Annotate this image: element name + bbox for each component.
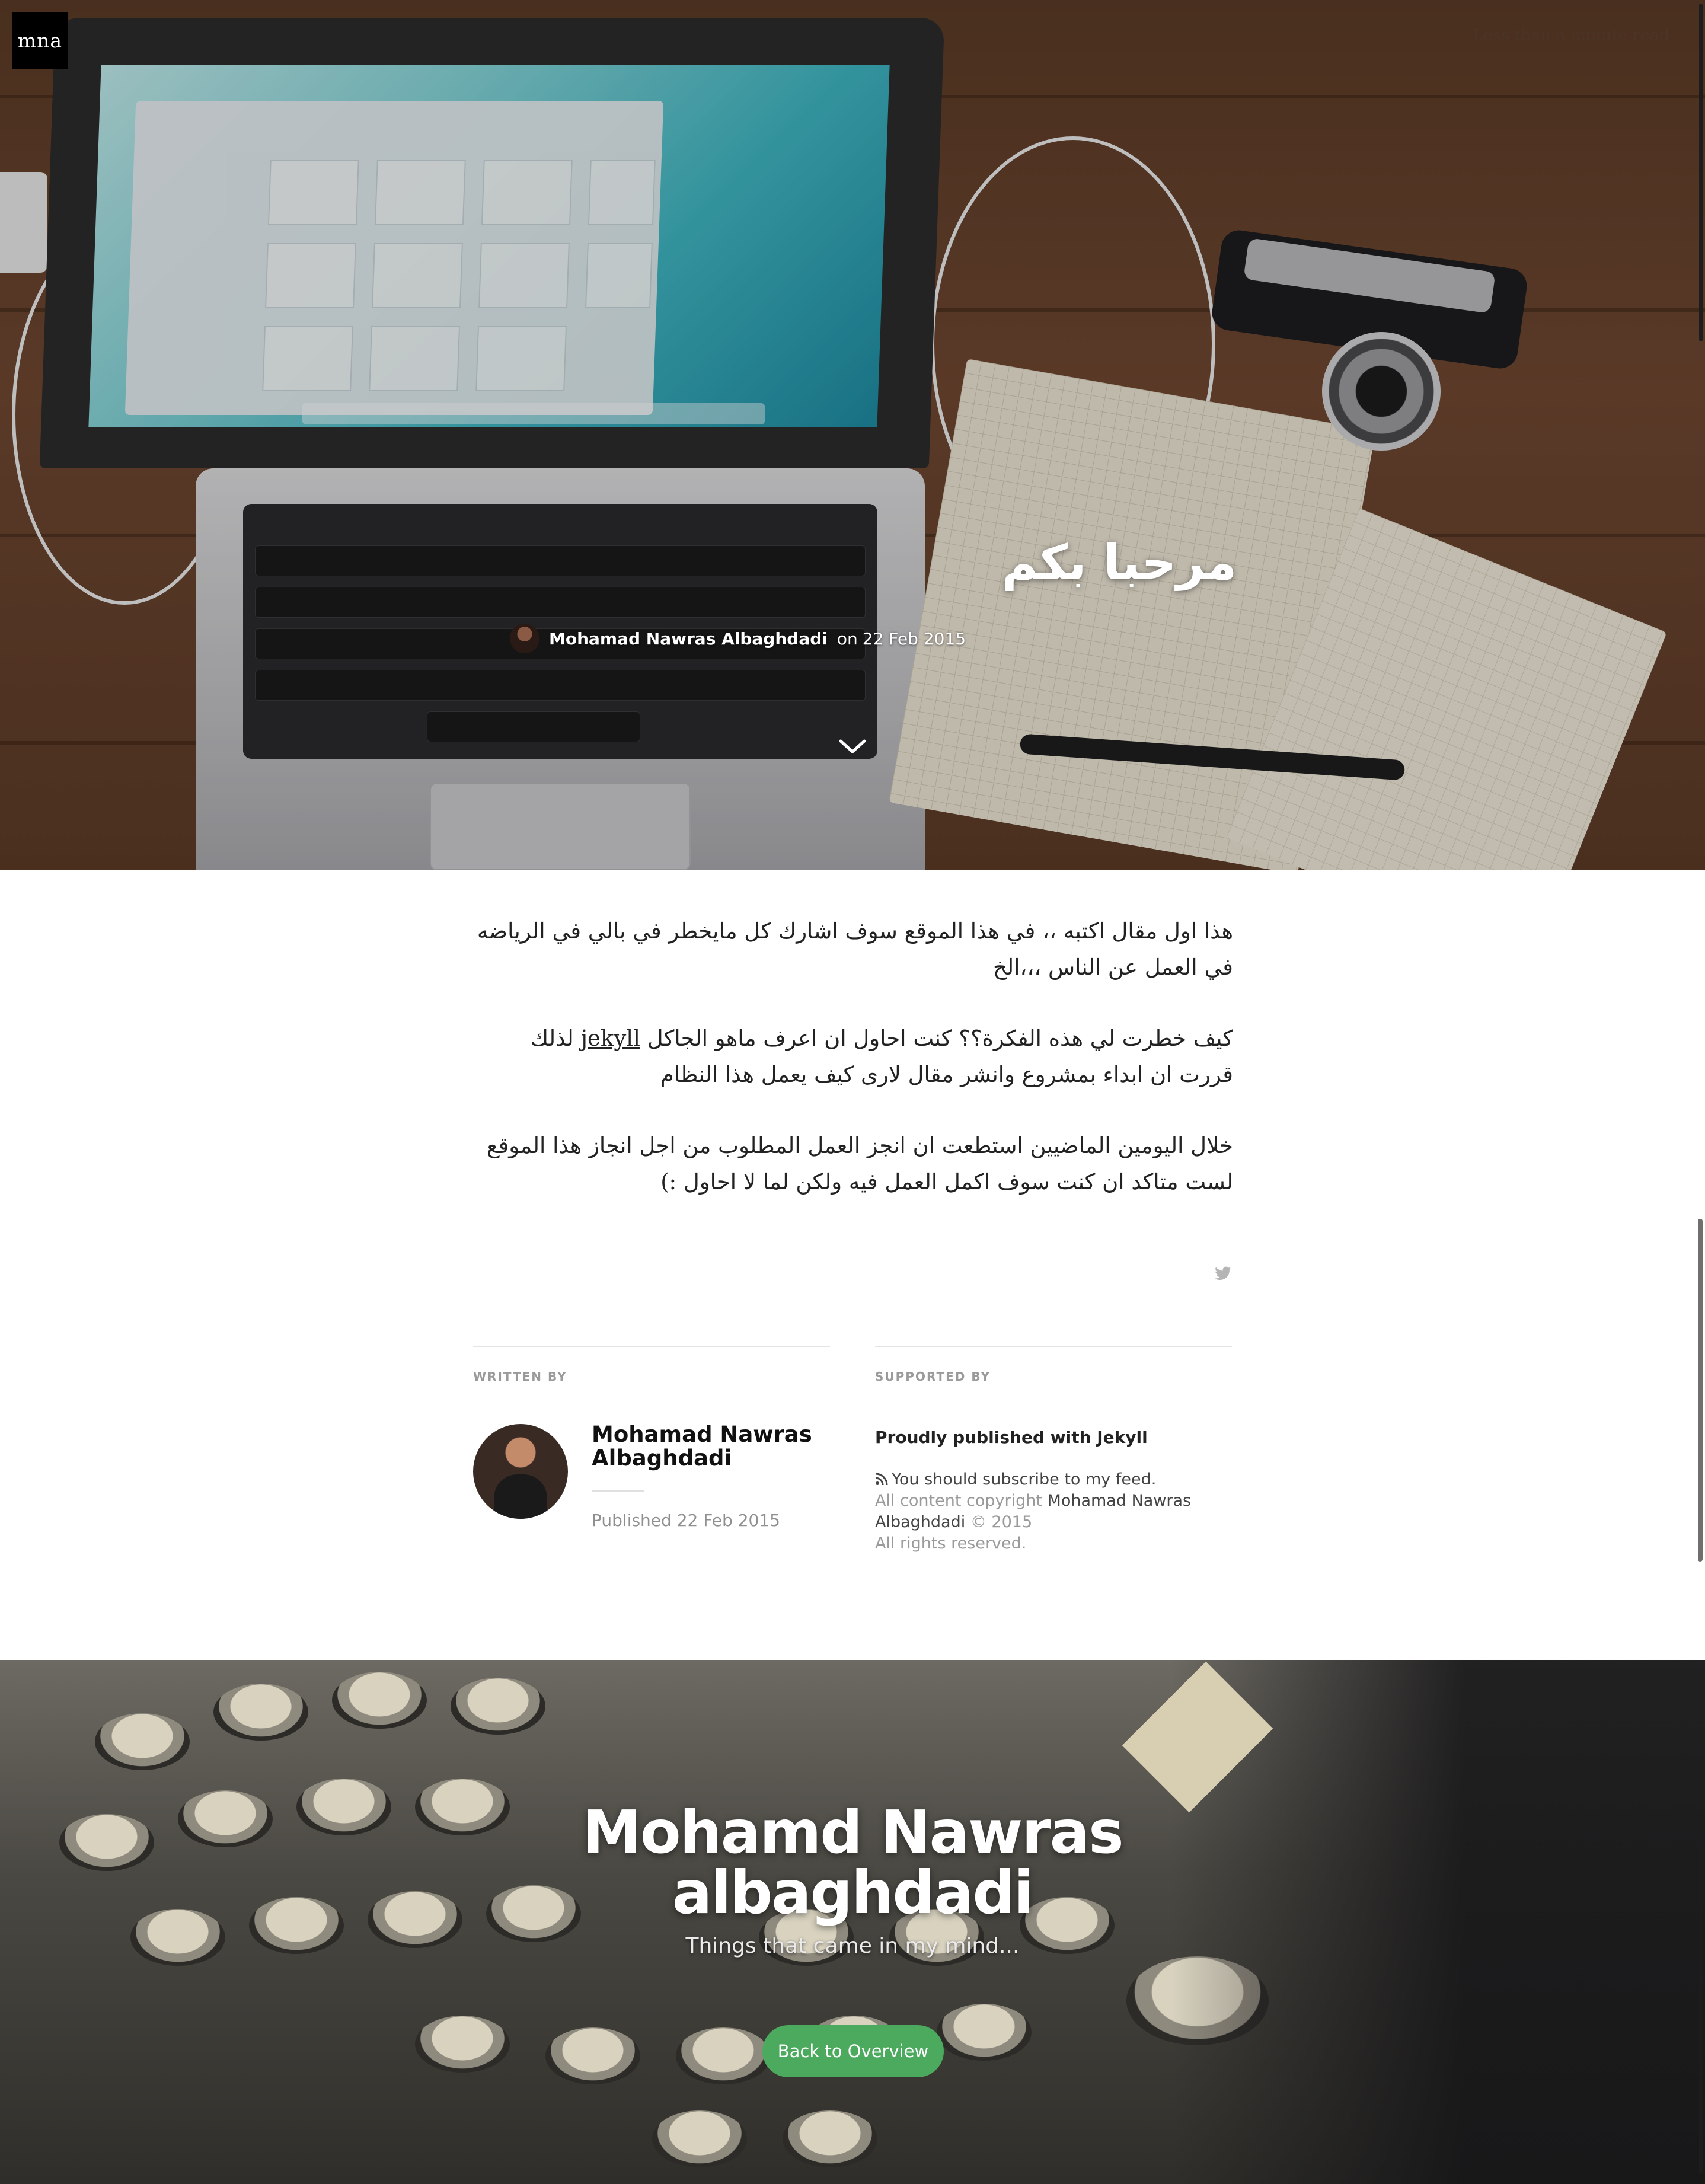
site-logo[interactable]: mna (12, 12, 68, 69)
supported-by-section: SUPPORTED BY Proudly published with Jeky… (875, 1346, 1232, 1553)
blog-title: Mohamd Nawras albaghdadi (582, 1797, 1123, 1927)
author-avatar (473, 1424, 568, 1519)
post-content: هذا اول مقال اكتبه ،، في هذا الموقع سوف … (473, 913, 1233, 1235)
supported-by-heading: SUPPORTED BY (875, 1369, 991, 1384)
copyright-line: All content copyright Mohamad Nawras Alb… (875, 1490, 1207, 1533)
chevron-down-icon[interactable] (838, 737, 867, 755)
post-date-prefix: on (836, 628, 858, 649)
avatar-body-shape (494, 1474, 547, 1519)
author-divider (592, 1490, 644, 1492)
scrollbar-segment (1699, 4, 1703, 341)
blog-subtitle: Things that came in my mind... (685, 1934, 1020, 1958)
typewriter-key (296, 1779, 391, 1835)
rights-line: All rights reserved. (875, 1534, 1027, 1553)
typewriter-key (415, 2016, 510, 2073)
read-time-label: Less than a minute read (1473, 26, 1669, 44)
copyright-prefix: All content copyright (875, 1492, 1042, 1510)
rss-icon (875, 1473, 888, 1486)
twitter-icon[interactable] (1214, 1266, 1232, 1282)
subscribe-line[interactable]: You should subscribe to my feed. (875, 1469, 1207, 1490)
post-paragraph: هذا اول مقال اكتبه ،، في هذا الموقع سوف … (477, 918, 1233, 980)
post-date: 22 Feb 2015 (862, 628, 966, 649)
typewriter-key (368, 1891, 462, 1948)
written-by-heading: WRITTEN BY (473, 1369, 567, 1384)
typewriter-key (95, 1713, 190, 1770)
support-title: Proudly published with Jekyll (875, 1428, 1148, 1447)
post-paragraph: كيف خطرت لي هذه الفكرة؟؟ كنت احاول ان اع… (473, 1020, 1233, 1093)
back-to-overview-button[interactable]: Back to Overview (762, 2025, 944, 2077)
typewriter-key (213, 1684, 308, 1741)
scrollbar-thumb[interactable] (1698, 1219, 1703, 1562)
typewriter-key (249, 1897, 344, 1954)
typewriter-key (451, 1678, 545, 1735)
typewriter-key (332, 1672, 427, 1729)
copyright-year: © 2015 (970, 1513, 1033, 1531)
author-name[interactable]: Mohamad Nawras Albaghdadi (592, 1423, 829, 1470)
support-details: You should subscribe to my feed. All con… (875, 1469, 1207, 1554)
post-title: مرحبا بكم (1001, 535, 1237, 591)
written-by-section: WRITTEN BY Mohamad Nawras Albaghdadi Pub… (473, 1346, 830, 1530)
typewriter-key (676, 2027, 771, 2084)
typewriter-key (937, 2004, 1032, 2061)
post-author-link[interactable]: Mohamad Nawras Albaghdadi (549, 629, 828, 649)
typewriter-key (178, 1790, 273, 1847)
scrollbar-segment (1699, 1841, 1703, 2173)
post-paragraph: خلال اليومين الماضيين استطعت ان انجز الع… (486, 1133, 1233, 1195)
typewriter-key (59, 1814, 154, 1871)
typewriter-key (415, 1779, 510, 1835)
typewriter-key (783, 2110, 877, 2167)
author-avatar-small (510, 624, 539, 653)
subscribe-link[interactable]: You should subscribe to my feed. (892, 1470, 1156, 1489)
jekyll-link[interactable]: jekyll (581, 1026, 640, 1051)
post-paragraph-text: كيف خطرت لي هذه الفكرة؟؟ كنت احاول ان اع… (647, 1026, 1233, 1051)
typewriter-key (652, 2110, 747, 2167)
post-meta: Mohamad Nawras Albaghdadi on 22 Feb 2015 (510, 624, 966, 653)
typewriter-key (545, 2027, 640, 2084)
published-date: Published 22 Feb 2015 (592, 1511, 780, 1530)
scrollbar[interactable] (1696, 0, 1705, 2184)
hero-section: mna Less than a minute read مرحبا بكم Mo… (0, 0, 1705, 870)
typewriter-key (130, 1909, 225, 1966)
